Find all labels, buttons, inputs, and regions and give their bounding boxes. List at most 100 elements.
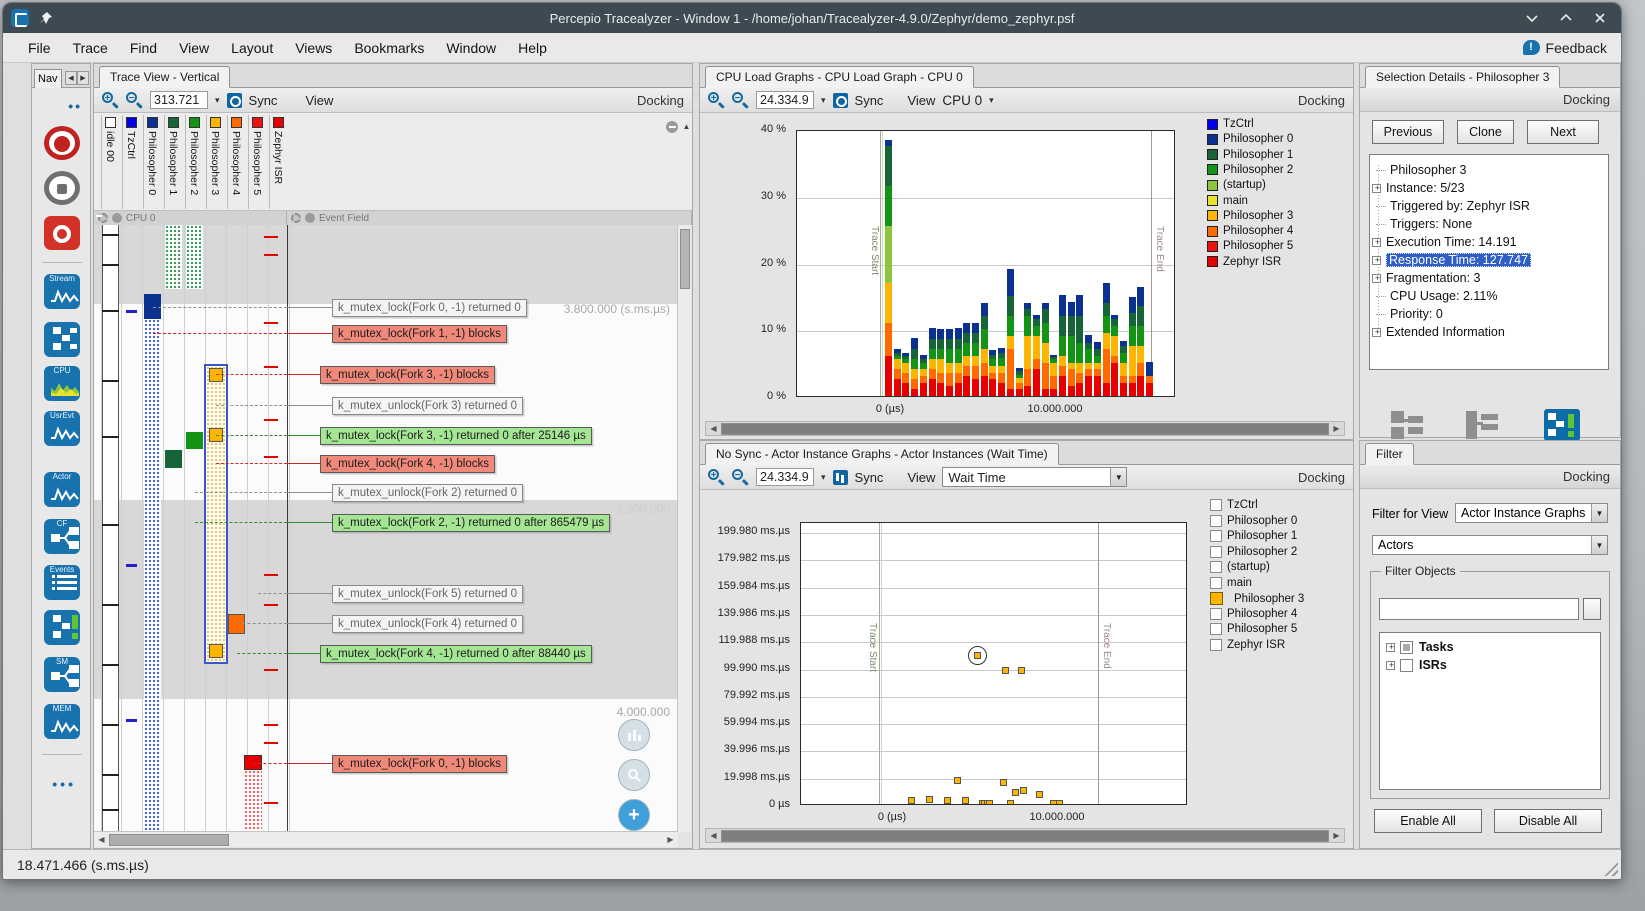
wait-time-point[interactable] — [953, 777, 961, 785]
menu-window[interactable]: Window — [435, 36, 507, 60]
legend-checkbox[interactable] — [1210, 576, 1222, 589]
column-header-philosopher-3[interactable]: Philosopher 3 — [206, 115, 224, 209]
expand-icon[interactable] — [1372, 255, 1382, 265]
wait-time-point[interactable] — [1036, 790, 1044, 798]
legend-item[interactable]: Philosopher 0 — [1207, 133, 1293, 145]
layout-option-icon[interactable] — [1388, 408, 1426, 442]
wait-time-point[interactable] — [1011, 789, 1019, 797]
nav-scroll-right-icon[interactable]: ▶ — [77, 71, 89, 85]
filter-search-button[interactable] — [1583, 598, 1601, 620]
trace-vertical-scrollbar[interactable] — [677, 225, 691, 832]
tree-row[interactable]: Triggers: None — [1370, 215, 1608, 233]
tab-cpu-load-graph[interactable]: CPU Load Graphs - CPU Load Graph - CPU 0 — [705, 66, 974, 88]
event-label[interactable]: k_mutex_lock(Fork 1, -1) blocks — [332, 325, 507, 343]
actor-horizontal-scrollbar[interactable]: ◀ ▶ — [705, 828, 1345, 843]
tree-item[interactable]: Tasks — [1419, 640, 1454, 654]
tree-row[interactable]: CPU Usage: 2.11% — [1370, 287, 1608, 305]
legend-checkbox[interactable] — [1210, 592, 1223, 605]
column-header-idle-00[interactable]: idle 00 — [101, 115, 119, 209]
sidebar-item-memory-heap[interactable]: MEM — [44, 704, 80, 739]
scroll-left-icon[interactable]: ◀ — [706, 829, 721, 843]
tree-item[interactable]: Priority: 0 — [1390, 307, 1443, 321]
docking-menu[interactable]: Docking — [1298, 470, 1345, 485]
cpu-zoom-value[interactable]: 24.334.9 — [756, 91, 814, 109]
event-label[interactable]: k_mutex_unlock(Fork 2) returned 0 — [332, 484, 523, 502]
legend-item[interactable]: Philosopher 4 — [1210, 607, 1297, 620]
tree-item[interactable]: ISRs — [1419, 658, 1447, 672]
zoom-dropdown-icon[interactable]: ▾ — [215, 95, 220, 106]
zoom-out-icon[interactable]: − — [732, 468, 749, 486]
zoom-out-icon[interactable]: − — [732, 91, 749, 109]
tab-filter[interactable]: Filter — [1365, 443, 1414, 465]
legend-checkbox[interactable] — [1210, 499, 1222, 511]
event-label[interactable]: k_mutex_unlock(Fork 5) returned 0 — [332, 585, 523, 603]
tree-item[interactable]: Fragmentation: 3 — [1386, 271, 1481, 285]
expand-icon[interactable] — [1372, 327, 1382, 337]
collapse-icon[interactable] — [666, 121, 678, 133]
tree-item[interactable]: Execution Time: 14.191 — [1386, 235, 1517, 249]
filter-search-input[interactable] — [1379, 598, 1579, 620]
wait-time-point[interactable] — [1006, 799, 1014, 804]
expand-icon[interactable] — [1372, 237, 1382, 247]
trace-canvas[interactable]: 3.800.000 (s.ms.µs) 3.900.000 4.000.000 k_m… — [94, 225, 678, 832]
event-label[interactable]: k_mutex_lock(Fork 4, -1) returned 0 afte… — [320, 645, 592, 663]
wait-time-point[interactable] — [1000, 778, 1008, 786]
cpu-select-dropdown[interactable]: CPU 0 — [942, 93, 982, 108]
wait-time-point[interactable] — [943, 797, 951, 804]
sidebar-item-event-log[interactable]: Events — [44, 565, 80, 600]
layout-option-icon[interactable] — [1463, 408, 1501, 442]
legend-item[interactable]: main — [1210, 576, 1252, 589]
menu-find[interactable]: Find — [119, 36, 168, 60]
legend-item[interactable]: Philosopher 5 — [1210, 623, 1297, 635]
view-menu[interactable]: View — [907, 470, 935, 485]
layout-option-active-icon[interactable] — [1543, 408, 1581, 442]
menu-views[interactable]: Views — [284, 36, 343, 60]
zoom-dropdown-icon[interactable]: ▾ — [821, 95, 826, 106]
nav-scroll-left-icon[interactable]: ◀ — [65, 71, 77, 85]
tree-checkbox[interactable] — [1400, 640, 1413, 654]
add-tool-button[interactable]: + — [618, 799, 650, 831]
tab-actor-instances[interactable]: No Sync - Actor Instance Graphs - Actor … — [705, 443, 1059, 465]
tree-item[interactable]: Triggered by: Zephyr ISR — [1390, 199, 1530, 213]
zoom-in-icon[interactable]: + — [102, 91, 119, 109]
tree-item[interactable]: Instance: 5/23 — [1386, 181, 1465, 195]
trace-horizontal-scrollbar[interactable]: ◀ ▶ — [94, 831, 678, 847]
tree-item-selected[interactable]: Response Time: 127.747 — [1386, 253, 1531, 267]
legend-item[interactable]: Philosopher 0 — [1210, 514, 1297, 527]
next-button[interactable]: Next — [1527, 120, 1599, 144]
previous-button[interactable]: Previous — [1372, 120, 1444, 144]
tree-item[interactable]: Extended Information — [1386, 325, 1505, 339]
tree-row[interactable]: Fragmentation: 3 — [1370, 269, 1608, 287]
disable-all-button[interactable]: Disable All — [1494, 809, 1602, 833]
tree-row[interactable]: ISRs — [1384, 656, 1600, 674]
enable-all-button[interactable]: Enable All — [1374, 809, 1482, 833]
view-menu[interactable]: View — [305, 93, 333, 108]
legend-checkbox[interactable] — [1210, 514, 1222, 527]
legend-item[interactable]: Zephyr ISR — [1207, 256, 1281, 268]
pin-icon[interactable] — [39, 11, 53, 25]
docking-menu[interactable]: Docking — [1360, 465, 1620, 489]
column-header-philosopher-1[interactable]: Philosopher 1 — [164, 115, 182, 209]
minimize-icon[interactable] — [1519, 8, 1545, 28]
wait-time-point[interactable] — [986, 799, 994, 804]
section-event-field[interactable]: Event Field — [287, 211, 692, 225]
zoom-dropdown-icon[interactable]: ▾ — [821, 472, 826, 483]
wait-time-point[interactable] — [1056, 799, 1064, 804]
maximize-icon[interactable] — [1553, 8, 1579, 28]
legend-checkbox[interactable] — [1210, 638, 1222, 651]
actor-zoom-value[interactable]: 24.334.9 — [756, 468, 814, 486]
legend-item[interactable]: TzCtrl — [1210, 499, 1258, 511]
docking-menu[interactable]: Docking — [637, 93, 684, 108]
legend-item[interactable]: TzCtrl — [1207, 118, 1254, 130]
scroll-left-icon[interactable]: ◀ — [706, 422, 721, 436]
legend-item[interactable]: Philosopher 1 — [1210, 530, 1297, 542]
menu-trace[interactable]: Trace — [62, 36, 119, 60]
wait-time-point[interactable] — [1001, 666, 1009, 674]
actor-plot[interactable]: Trace Start Trace End — [800, 522, 1187, 805]
wait-time-point[interactable] — [907, 797, 915, 804]
event-label[interactable]: k_mutex_lock(Fork 3, -1) returned 0 afte… — [320, 427, 592, 445]
legend-item[interactable]: Philosopher 4 — [1207, 225, 1293, 237]
legend-item[interactable]: (startup) — [1210, 561, 1270, 573]
tree-row[interactable]: Execution Time: 14.191 — [1370, 233, 1608, 251]
tree-row[interactable]: Instance: 5/23 — [1370, 179, 1608, 197]
